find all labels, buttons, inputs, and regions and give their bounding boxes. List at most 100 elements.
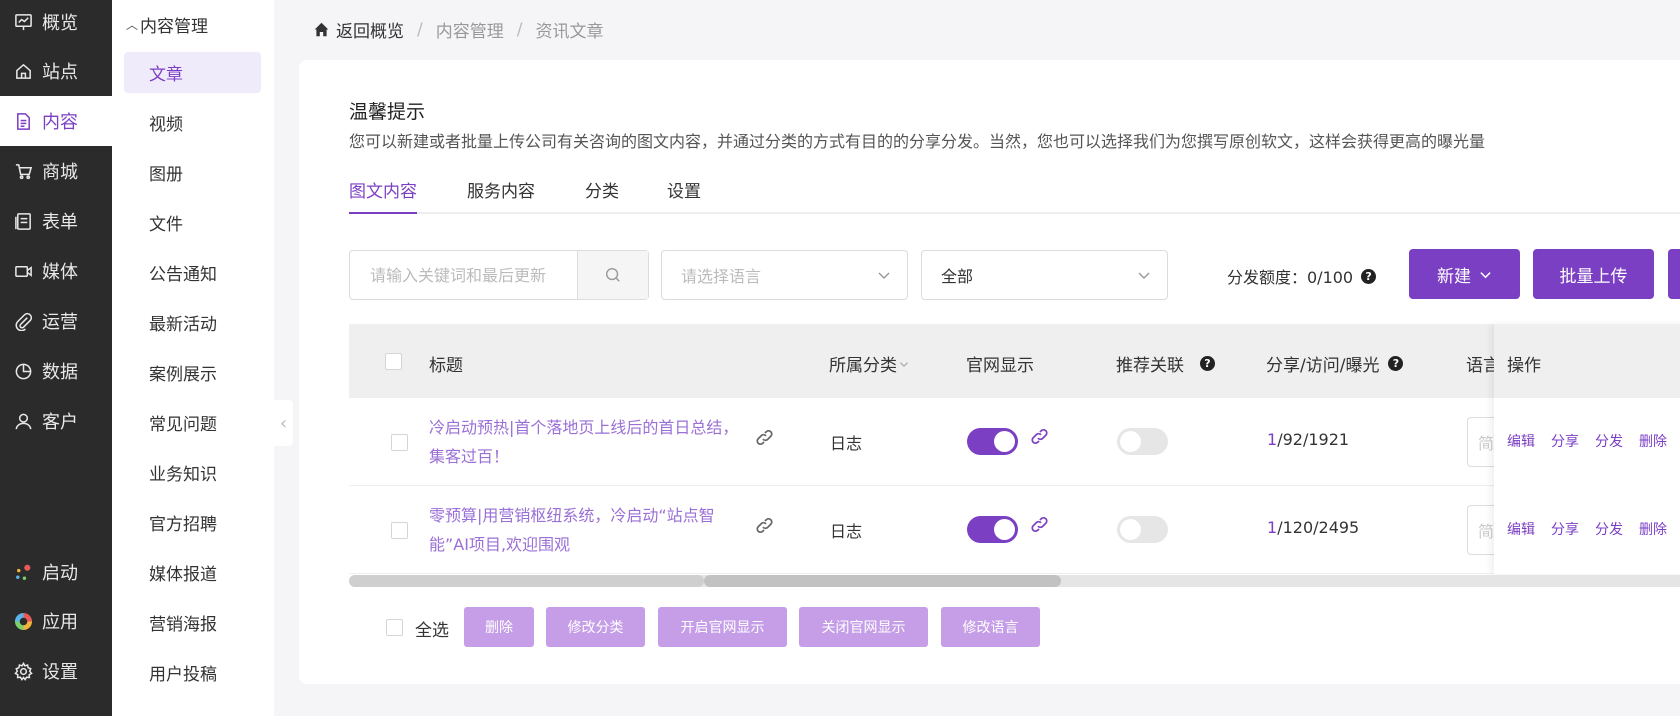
delete-link[interactable]: 删除 [1639, 431, 1667, 451]
search-button[interactable] [577, 251, 648, 299]
apps-icon [13, 611, 33, 631]
new-button[interactable]: 新建 [1409, 249, 1520, 299]
breadcrumb-home[interactable]: 返回概览 [313, 17, 404, 42]
nav-label: 站点 [42, 62, 78, 83]
chevron-down-icon [878, 272, 890, 279]
related-toggle[interactable] [1117, 516, 1168, 543]
language-select[interactable]: 请选择语言 [661, 250, 908, 300]
nav-item-form[interactable]: 表单 [0, 196, 112, 246]
select-all-checkbox[interactable] [386, 619, 403, 636]
site-display-toggle[interactable] [967, 428, 1018, 455]
home-icon [314, 22, 329, 37]
scrollbar-track-segment [349, 575, 704, 587]
subnav-header[interactable]: ︿ 内容管理 [126, 12, 208, 37]
search-input[interactable] [350, 251, 577, 299]
link-icon[interactable] [1029, 426, 1050, 447]
nav-item-data[interactable]: 数据 [0, 346, 112, 396]
nav-label: 商城 [42, 162, 78, 183]
language-value: 简 [1478, 522, 1495, 541]
tab-category[interactable]: 分类 [585, 177, 619, 214]
tab-settings[interactable]: 设置 [667, 177, 701, 214]
subnav-item-press[interactable]: 媒体报道 [124, 552, 261, 593]
nav-item-media[interactable]: 媒体 [0, 246, 112, 296]
subnav-item-video[interactable]: 视频 [124, 102, 261, 143]
subnav-item-faq[interactable]: 常见问题 [124, 402, 261, 443]
bulk-disable-site-display-button[interactable]: 关闭官网显示 [799, 607, 928, 647]
nav-item-content[interactable]: 内容 [0, 96, 112, 146]
bulk-upload-button[interactable]: 批量上传 [1533, 249, 1654, 299]
document-icon [13, 111, 33, 131]
breadcrumb-news-articles: 资讯文章 [535, 22, 604, 42]
content-subnav: ︿ 内容管理 文章 视频 图册 文件 公告通知 最新活动 案例展示 常见问题 业… [112, 0, 274, 716]
help-icon[interactable]: ? [1361, 268, 1377, 284]
subnav-item-events[interactable]: 最新活动 [124, 302, 261, 343]
col-related-label: 推荐关联 [1116, 356, 1184, 376]
distribute-link[interactable]: 分发 [1595, 519, 1623, 539]
tab-service-content[interactable]: 服务内容 [467, 177, 535, 214]
more-button[interactable] [1668, 249, 1680, 299]
share-link[interactable]: 分享 [1551, 431, 1579, 451]
link-icon[interactable] [754, 515, 775, 536]
share-link[interactable]: 分享 [1551, 519, 1579, 539]
bulk-change-language-button[interactable]: 修改语言 [941, 607, 1040, 647]
nav-item-overview[interactable]: 概览 [0, 0, 112, 47]
edit-link[interactable]: 编辑 [1507, 431, 1535, 451]
nav-item-customer[interactable]: 客户 [0, 396, 112, 446]
video-icon [13, 261, 33, 281]
nav-label: 数据 [42, 362, 78, 383]
search-box [349, 250, 649, 300]
nav-item-launch[interactable]: 启动 [0, 547, 112, 597]
delete-link[interactable]: 删除 [1639, 519, 1667, 539]
subnav-item-posters[interactable]: 营销海报 [124, 602, 261, 643]
gear-icon [13, 661, 33, 681]
bulk-change-category-button[interactable]: 修改分类 [546, 607, 645, 647]
col-category-label: 所属分类 [829, 356, 897, 376]
nav-label: 运营 [42, 312, 78, 333]
new-button-label: 新建 [1437, 266, 1471, 287]
site-display-toggle[interactable] [967, 516, 1018, 543]
nav-item-settings[interactable]: 设置 [0, 646, 112, 696]
cart-icon [13, 161, 33, 181]
subnav-item-file[interactable]: 文件 [124, 202, 261, 243]
nav-item-shop[interactable]: 商城 [0, 146, 112, 196]
breadcrumb-content-management[interactable]: 内容管理 [436, 17, 504, 42]
help-icon[interactable]: ? [1388, 356, 1404, 371]
subnav-item-knowledge[interactable]: 业务知识 [124, 452, 261, 493]
related-toggle[interactable] [1117, 428, 1168, 455]
nav-item-operations[interactable]: 运营 [0, 296, 112, 346]
scrollbar-thumb[interactable] [704, 575, 1061, 587]
nav-item-apps[interactable]: 应用 [0, 596, 112, 646]
subnav-item-cases[interactable]: 案例展示 [124, 352, 261, 393]
tab-graphic-content[interactable]: 图文内容 [349, 177, 417, 214]
bulk-delete-button[interactable]: 删除 [464, 607, 534, 647]
ops-header: 操作 [1494, 324, 1680, 398]
row-checkbox[interactable] [391, 434, 408, 451]
col-ops: 操作 [1507, 356, 1541, 376]
col-category[interactable]: 所属分类 [829, 351, 909, 376]
collapse-sidebar-button[interactable]: ‹ [274, 400, 293, 446]
table-horizontal-scrollbar[interactable] [349, 575, 1680, 587]
status-select[interactable]: 全部 [921, 250, 1168, 300]
distribute-link[interactable]: 分发 [1595, 431, 1623, 451]
breadcrumb-separator: / [417, 19, 423, 40]
subnav-item-album[interactable]: 图册 [124, 152, 261, 193]
subnav-item-notice[interactable]: 公告通知 [124, 252, 261, 293]
link-icon[interactable] [754, 427, 775, 448]
category-value: 日志 [830, 434, 863, 453]
help-icon[interactable]: ? [1200, 356, 1215, 371]
edit-link[interactable]: 编辑 [1507, 519, 1535, 539]
link-icon[interactable] [1029, 514, 1050, 535]
subnav-item-jobs[interactable]: 官方招聘 [124, 502, 261, 543]
row-checkbox[interactable] [391, 522, 408, 539]
breadcrumb: 返回概览 / 内容管理 / 资讯文章 [313, 17, 603, 42]
subnav-item-submissions[interactable]: 用户投稿 [124, 652, 261, 693]
header-checkbox[interactable] [385, 353, 402, 370]
bulk-enable-site-display-button[interactable]: 开启官网显示 [658, 607, 787, 647]
subnav-item-article[interactable]: 文章 [124, 52, 261, 93]
paperclip-icon [13, 311, 33, 331]
nav-label: 媒体 [42, 262, 78, 283]
nav-label: 表单 [42, 212, 78, 233]
nav-item-site[interactable]: 站点 [0, 46, 112, 96]
article-title-link[interactable]: 零预算|用营销枢纽系统，冷启动“站点智能”AI项目,欢迎围观 [429, 501, 739, 559]
article-title-link[interactable]: 冷启动预热|首个落地页上线后的首日总结，集客过百！ [429, 413, 739, 471]
